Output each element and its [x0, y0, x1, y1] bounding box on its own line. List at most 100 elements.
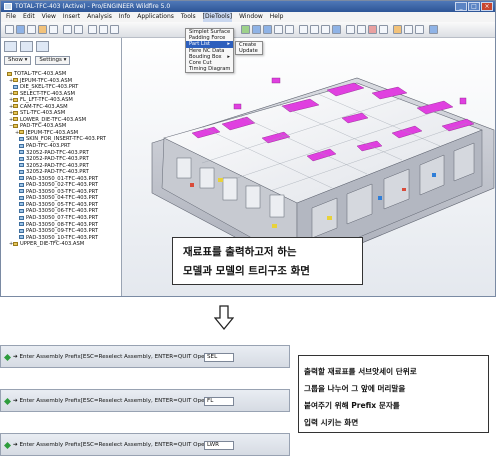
- prefix-prompt-bar: ➔ Enter Assembly Prefix[ESC=Reselect Ass…: [0, 389, 290, 412]
- menu-view[interactable]: View: [42, 12, 56, 22]
- datum-axis-icon[interactable]: [357, 25, 366, 34]
- part-icon: [19, 176, 24, 181]
- datum-point-icon[interactable]: [368, 25, 377, 34]
- info-line-2: 그룹을 나누어 그 앞에 머리말을: [304, 384, 406, 393]
- callout-box: 재료표를 출력하고저 하는 모델과 모델의 트리구조 화면: [172, 237, 363, 285]
- prefix-input[interactable]: SEL: [204, 353, 234, 362]
- new-file-icon[interactable]: [5, 25, 14, 34]
- tree-item[interactable]: + UPPER_DIE-TFC-403.ASM: [3, 241, 121, 248]
- refit-icon[interactable]: [274, 25, 283, 34]
- menu-tools[interactable]: Tools: [181, 12, 196, 22]
- assembly-icon: [13, 97, 18, 102]
- zoom-in-icon[interactable]: [252, 25, 261, 34]
- app-icon: [4, 3, 12, 10]
- assembly-icon: [13, 241, 18, 246]
- menu-item-timing-diagram[interactable]: Timing Diagram: [186, 66, 233, 72]
- green-diamond-icon: [4, 354, 11, 361]
- shading-icon[interactable]: [332, 25, 341, 34]
- part-icon: [19, 235, 24, 240]
- prefix-input[interactable]: FL: [204, 397, 234, 406]
- tree-item-label: 32052-PAD-TFC-403.PRT: [26, 162, 89, 169]
- prompt-text: ➔ Enter Assembly Prefix[ESC=Reselect Ass…: [13, 354, 226, 360]
- favorites-tab-icon[interactable]: [36, 41, 49, 52]
- tree-item-label: PAD-33050_08-TFC-403.PRT: [26, 221, 99, 228]
- spin-center-icon[interactable]: [415, 25, 424, 34]
- tree-item-label: PAD-33050_03-TFC-403.PRT: [26, 188, 99, 195]
- down-arrow-icon: [214, 305, 234, 331]
- tree-item-label: JEPUM-TFC-403.ASM: [26, 129, 79, 136]
- menu-help[interactable]: Help: [270, 12, 284, 22]
- tree-item-label: PAD-33050_02-TFC-403.PRT: [26, 182, 99, 189]
- green-diamond-icon: [4, 442, 11, 449]
- wireframe-icon[interactable]: [299, 25, 308, 34]
- assembly-icon: [13, 78, 18, 83]
- assembly-icon: [13, 110, 18, 115]
- tree-item-label: PAD-33050_09-TFC-403.PRT: [26, 228, 99, 235]
- annotation-icon[interactable]: [404, 25, 413, 34]
- tree-item-label: SELECT-TFC-403.ASM: [20, 90, 75, 97]
- email-icon[interactable]: [49, 25, 58, 34]
- part-icon: [19, 189, 24, 194]
- part-icon: [19, 195, 24, 200]
- paste-icon[interactable]: [110, 25, 119, 34]
- assembly-icon: [13, 123, 18, 128]
- part-icon: [19, 143, 24, 148]
- hidden-line-icon[interactable]: [310, 25, 319, 34]
- datum-plane-icon[interactable]: [346, 25, 355, 34]
- part-icon: [19, 215, 24, 220]
- menu-applications[interactable]: Applications: [137, 12, 174, 22]
- info-line-3: 붙여주기 위해 Prefix 문자를: [304, 401, 400, 410]
- copy-icon[interactable]: [99, 25, 108, 34]
- menu-info[interactable]: Info: [119, 12, 130, 22]
- open-file-icon[interactable]: [16, 25, 25, 34]
- no-hidden-icon[interactable]: [321, 25, 330, 34]
- window-title: TOTAL-TFC-403 (Active) - Pro/ENGINEER Wi…: [15, 3, 171, 10]
- folder-browser-tab-icon[interactable]: [20, 41, 33, 52]
- save-icon[interactable]: [27, 25, 36, 34]
- dietools-menu: Simplet Surface Padding Force Part List ▸…: [185, 28, 234, 74]
- sketch-icon[interactable]: [393, 25, 402, 34]
- tree-item-label: PAD-TFC-403.PRT: [26, 143, 71, 150]
- settings-dropdown[interactable]: Settings ▾: [35, 56, 71, 65]
- model-tree-tab-icon[interactable]: [4, 41, 17, 52]
- maximize-button[interactable]: □: [468, 2, 480, 11]
- undo-icon[interactable]: [63, 25, 72, 34]
- regenerate-icon[interactable]: [241, 25, 250, 34]
- assembly-icon: [13, 104, 18, 109]
- print-icon[interactable]: [38, 25, 47, 34]
- tree-item-label: LOWER_DIE-TFC-403.ASM: [20, 116, 87, 123]
- show-dropdown[interactable]: Show ▾: [4, 56, 32, 65]
- tree-item-label: DIE_SKEL-TFC-403.PRT: [20, 84, 79, 91]
- cad-screenshot: TOTAL-TFC-403 (Active) - Pro/ENGINEER Wi…: [0, 0, 496, 297]
- prefix-prompt-bar: ➔ Enter Assembly Prefix[ESC=Reselect Ass…: [0, 433, 290, 456]
- redo-icon[interactable]: [74, 25, 83, 34]
- assembly-icon: [7, 71, 12, 76]
- minimize-button[interactable]: _: [455, 2, 467, 11]
- menu-item-update[interactable]: Update: [236, 48, 262, 54]
- close-button[interactable]: ×: [481, 2, 493, 11]
- menu-edit[interactable]: Edit: [23, 12, 35, 22]
- menu-window[interactable]: Window: [239, 12, 263, 22]
- prompt-text: ➔ Enter Assembly Prefix[ESC=Reselect Ass…: [13, 442, 226, 448]
- tree-item-label: PAD-33050_01-TFC-403.PRT: [26, 175, 99, 182]
- menu-dietools[interactable]: [DieTools]: [202, 12, 233, 22]
- menu-file[interactable]: File: [6, 12, 16, 22]
- tree-item-label: PAD-33050_10-TFC-403.PRT: [26, 234, 99, 241]
- assembly-icon: [13, 117, 18, 122]
- menu-insert[interactable]: Insert: [63, 12, 80, 22]
- tree-item-label: JEPUM-TFC-403.ASM: [20, 77, 73, 84]
- cut-icon[interactable]: [88, 25, 97, 34]
- prefix-input[interactable]: LWR: [204, 441, 234, 450]
- menubar: File Edit View Insert Analysis Info Appl…: [1, 12, 495, 22]
- whats-this-icon[interactable]: [429, 25, 438, 34]
- part-icon: [19, 169, 24, 174]
- tree-item-label: CAM-TFC-403.ASM: [20, 103, 68, 110]
- callout-line-2: 모델과 모델의 트리구조 화면: [183, 265, 310, 277]
- submenu-arrow-icon: ▸: [227, 41, 230, 48]
- tree-item-label: 32052-PAD-TFC-403.PRT: [26, 149, 89, 156]
- zoom-out-icon[interactable]: [263, 25, 272, 34]
- csys-icon[interactable]: [379, 25, 388, 34]
- part-icon: [19, 182, 24, 187]
- reorient-icon[interactable]: [285, 25, 294, 34]
- menu-analysis[interactable]: Analysis: [87, 12, 112, 22]
